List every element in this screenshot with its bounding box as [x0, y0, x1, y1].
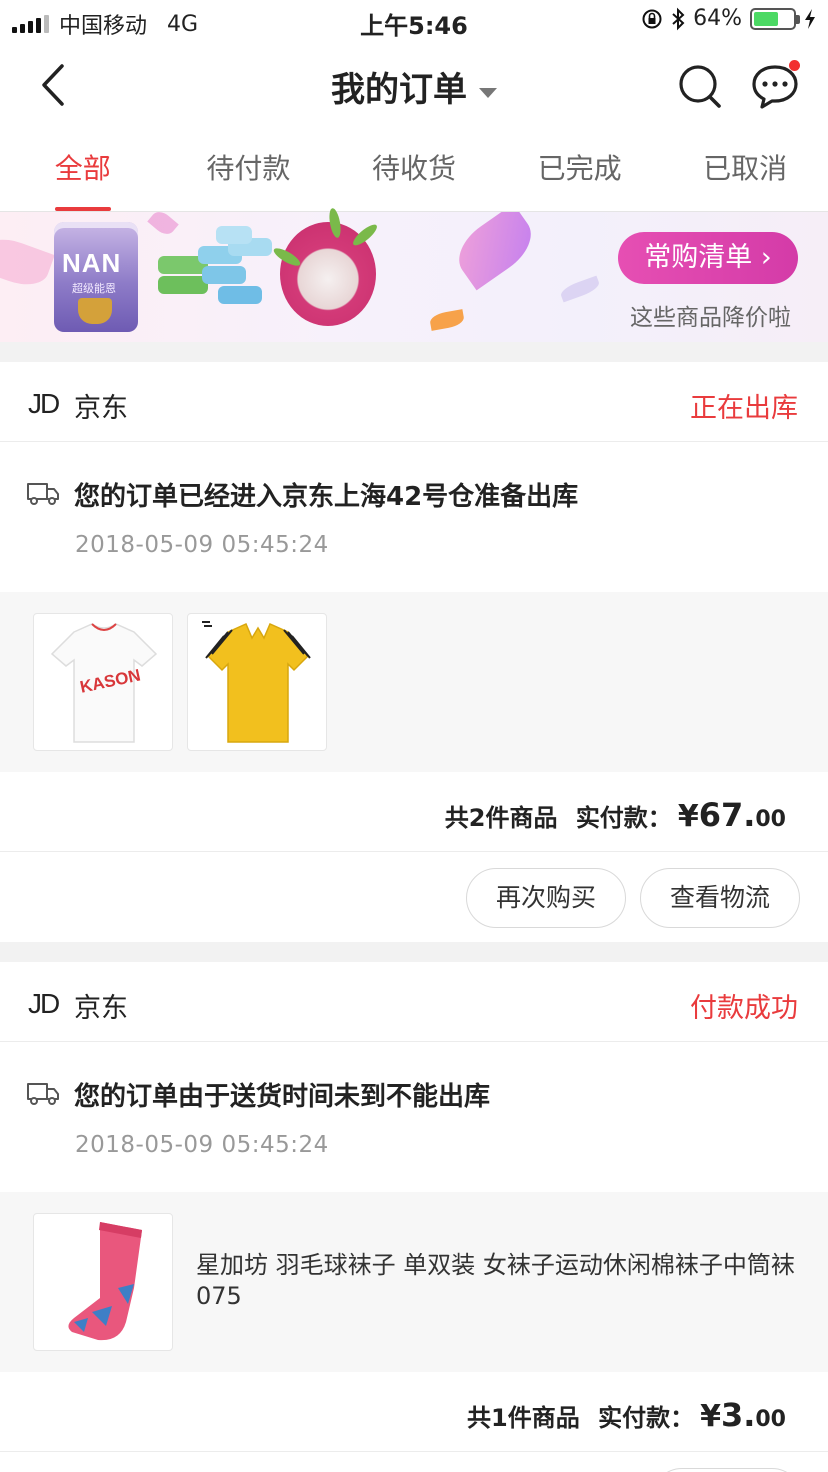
shop-name: 京东	[74, 393, 128, 424]
logistics-message: 您的订单已经进入京东上海42号仓准备出库	[74, 482, 579, 512]
shop-header[interactable]: JD 京东 正在出库	[0, 362, 828, 442]
item-count: 共2件商品	[444, 804, 558, 832]
petal-decoration	[0, 231, 55, 293]
can-shield-graphic	[78, 298, 112, 324]
notification-dot	[789, 60, 800, 71]
price-decimal: 00	[755, 1407, 786, 1432]
shop-header[interactable]: JD 京东 付款成功	[0, 962, 828, 1042]
truck-icon	[27, 483, 59, 505]
tab-cancelled[interactable]: 已取消	[662, 126, 828, 211]
order-actions	[0, 1452, 828, 1472]
order-total: 共2件商品 实付款： ¥67.00	[445, 796, 786, 834]
polo-shirt-image	[202, 621, 311, 743]
shop-name: 京东	[74, 993, 128, 1024]
petal-decoration	[147, 212, 179, 239]
order-card: JD 京东 付款成功 您的订单由于送货时间未到不能出库 2018-05-09 0…	[0, 962, 828, 1472]
price-integer: 3.	[720, 1396, 756, 1434]
paid-label: 实付款：	[598, 1404, 695, 1432]
buy-again-button[interactable]: 再次购买	[466, 868, 626, 928]
search-icon[interactable]	[676, 62, 724, 110]
tab-pending-receipt[interactable]: 待收货	[331, 126, 497, 211]
product-title: 星加坊 羽毛球袜子 单双装 女袜子运动休闲棉袜子中筒袜 075	[196, 1251, 795, 1310]
currency-symbol: ¥	[677, 799, 699, 834]
product-thumbnail-socks[interactable]	[33, 1213, 173, 1351]
dragon-fruit-image	[271, 207, 380, 326]
logistics-info[interactable]: 您的订单已经进入京东上海42号仓准备出库 2018-05-09 05:45:24	[0, 442, 828, 592]
tab-pending-payment[interactable]: 待付款	[166, 126, 332, 211]
price-integer: 67.	[698, 796, 756, 834]
currency-symbol: ¥	[700, 1399, 721, 1434]
logistics-message: 您的订单由于送货时间未到不能出库	[74, 1082, 491, 1112]
bluetooth-icon	[672, 7, 685, 30]
message-button[interactable]	[750, 60, 800, 110]
tab-completed[interactable]: 已完成	[497, 126, 663, 211]
rotation-lock-icon	[642, 9, 662, 28]
sock-image	[68, 1222, 142, 1341]
order-summary: 共1件商品 实付款： ¥3.00	[0, 1372, 828, 1452]
tshirt-image: KASON	[50, 623, 158, 743]
paid-label: 实付款：	[575, 804, 672, 832]
page-title: 我的订单	[331, 70, 467, 110]
logistics-info[interactable]: 您的订单由于送货时间未到不能出库 2018-05-09 05:45:24	[0, 1042, 828, 1192]
frequent-purchase-button[interactable]: 常购清单 ›	[618, 232, 798, 284]
status-bar: 中国移动 4G 上午5:46 64%	[0, 0, 828, 42]
order-actions: 再次购买 查看物流	[0, 852, 828, 942]
milk-powder-image: NAN 超级能恩	[54, 222, 138, 332]
logistics-time: 2018-05-09 05:45:24	[75, 532, 329, 558]
battery-icon	[750, 7, 800, 30]
petal-decoration	[447, 212, 543, 291]
order-status: 付款成功	[690, 993, 798, 1024]
order-status: 正在出库	[690, 393, 798, 424]
product-thumbnail-tshirt[interactable]: KASON	[33, 613, 173, 751]
jd-logo-icon: JD	[28, 988, 60, 1019]
price-decimal: 00	[755, 807, 786, 832]
truck-icon	[27, 1083, 59, 1105]
order-card: JD 京东 正在出库 您的订单已经进入京东上海42号仓准备出库 2018-05-…	[0, 362, 828, 942]
caret-down-icon	[479, 87, 497, 98]
goods-list[interactable]: KASON	[0, 592, 828, 772]
jd-logo-icon: JD	[28, 388, 60, 419]
battery-percent: 64%	[693, 6, 742, 31]
banner-subtitle: 这些商品降价啦	[630, 305, 791, 331]
can-brand-text: NAN	[62, 248, 122, 278]
petal-decoration	[428, 309, 466, 331]
order-tabs: 全部 待付款 待收货 已完成 已取消	[0, 126, 828, 212]
navbar: 我的订单	[0, 42, 828, 126]
petal-decoration	[558, 275, 602, 303]
status-right: 64%	[641, 6, 816, 31]
can-sub-text: 超级能恩	[72, 282, 116, 295]
action-button-partial[interactable]	[652, 1468, 802, 1472]
item-count: 共1件商品	[467, 1404, 580, 1432]
order-total: 共1件商品 实付款： ¥3.00	[467, 1396, 786, 1434]
goods-item[interactable]: 星加坊 羽毛球袜子 单双装 女袜子运动休闲棉袜子中筒袜 075	[0, 1192, 828, 1372]
tab-all[interactable]: 全部	[0, 126, 166, 211]
charging-icon	[805, 8, 815, 29]
order-summary: 共2件商品 实付款： ¥67.00	[0, 772, 828, 852]
view-logistics-button[interactable]: 查看物流	[640, 868, 800, 928]
product-thumbnail-polo[interactable]	[187, 613, 327, 751]
logistics-time: 2018-05-09 05:45:24	[75, 1132, 329, 1158]
